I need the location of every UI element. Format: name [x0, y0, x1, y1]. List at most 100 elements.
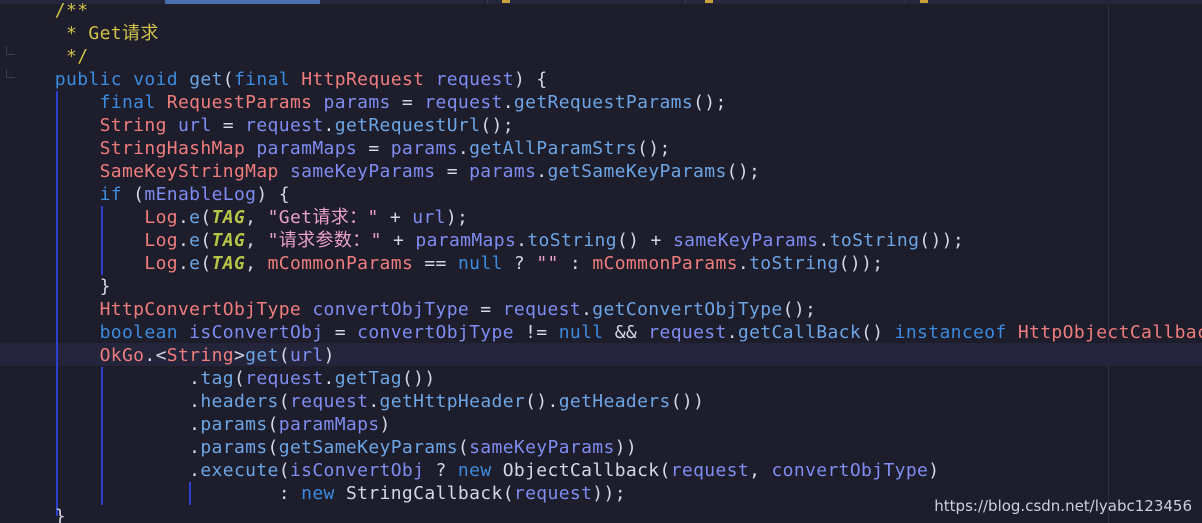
punctuation: .	[516, 230, 528, 251]
operator: ==	[413, 253, 458, 274]
method-name: getAllParamStrs	[469, 138, 638, 159]
punctuation: ));	[592, 483, 626, 504]
operator: :	[558, 253, 593, 274]
code-line-13[interactable]: }	[10, 275, 111, 298]
punctuation: .	[189, 368, 201, 389]
punctuation: .	[536, 161, 548, 182]
code-line-4[interactable]: public void get(final HttpRequest reques…	[10, 68, 548, 91]
operator: +	[378, 207, 413, 228]
field-name: mCommonParams	[267, 253, 414, 274]
punctuation: .	[323, 115, 335, 136]
method-name: getRequestParams	[513, 92, 694, 113]
code-line-21[interactable]: .execute(isConvertObj ? new ObjectCallba…	[10, 459, 939, 482]
punctuation: .	[502, 92, 514, 113]
code-line-14[interactable]: HttpConvertObjType convertObjType = requ…	[10, 298, 816, 321]
keyword: final	[99, 92, 156, 113]
comment-text: /**	[54, 0, 89, 21]
code-line-6[interactable]: String url = request.getRequestUrl();	[10, 114, 514, 137]
punctuation: .	[177, 253, 190, 274]
punctuation: (	[659, 460, 671, 481]
operator: +	[381, 230, 416, 251]
punctuation: (	[200, 253, 212, 274]
punctuation: ,	[245, 253, 268, 274]
code-editor[interactable]: /** * Get请求 */ public void get(final Htt…	[0, 0, 1202, 523]
code-line-2[interactable]: * Get请求	[10, 22, 159, 45]
keyword: new	[301, 483, 335, 504]
code-line-7[interactable]: StringHashMap paramMaps = params.getAllP…	[10, 137, 671, 160]
code-line-9[interactable]: if (mEnableLog) {	[10, 183, 290, 206]
editor-tab-bar[interactable]	[0, 0, 1202, 4]
punctuation: (	[233, 368, 246, 389]
identifier: url	[289, 345, 324, 366]
code-line-10[interactable]: Log.e(TAG, "Get请求：" + url);	[10, 206, 468, 229]
keyword: if	[99, 184, 122, 205]
type-name: RequestParams	[166, 92, 313, 113]
punctuation: .	[189, 414, 201, 435]
code-line-16[interactable]: OkGo.<String>get(url)	[10, 344, 335, 367]
code-line-19[interactable]: .params(paramMaps)	[10, 413, 391, 436]
punctuation: );	[445, 207, 469, 228]
code-line-12[interactable]: Log.e(TAG, mCommonParams == null ? "" : …	[10, 252, 883, 275]
method-name: getHeaders	[558, 391, 671, 412]
method-name: getHttpHeader	[379, 391, 526, 412]
type-name: Log	[144, 230, 178, 251]
identifier: request	[435, 69, 514, 90]
punctuation: (	[121, 184, 145, 205]
punctuation: ();	[480, 115, 514, 136]
punctuation: >	[233, 345, 246, 366]
code-line-5[interactable]: final RequestParams params = request.get…	[10, 91, 727, 114]
punctuation: )	[323, 345, 335, 366]
punctuation: ();	[726, 161, 761, 182]
punctuation: .	[457, 138, 470, 159]
tab-separator	[487, 0, 488, 4]
type-name: Log	[144, 253, 178, 274]
punctuation: .	[818, 230, 830, 251]
operator: ?	[424, 460, 458, 481]
punctuation: )	[379, 414, 391, 435]
type-name: String	[99, 115, 167, 136]
identifier: request	[648, 322, 727, 343]
code-line-23[interactable]: }	[10, 505, 66, 523]
static-field: TAG	[211, 230, 246, 251]
operator: =	[357, 138, 391, 159]
punctuation: (	[278, 460, 290, 481]
tab-separator	[905, 0, 906, 4]
tab-file-icon	[920, 0, 928, 3]
code-line-15[interactable]: boolean isConvertObj = convertObjType !=…	[10, 321, 1202, 344]
code-line-8[interactable]: SameKeyStringMap sameKeyParams = params.…	[10, 160, 760, 183]
operator: !=	[513, 322, 559, 343]
code-line-22[interactable]: : new StringCallback(request));	[10, 482, 626, 505]
code-line-1[interactable]: /**	[10, 0, 88, 22]
identifier: params	[323, 92, 391, 113]
code-line-3[interactable]: */	[10, 45, 88, 68]
punctuation: ))	[614, 437, 638, 458]
code-line-18[interactable]: .headers(request.getHttpHeader().getHead…	[10, 390, 704, 413]
code-line-11[interactable]: Log.e(TAG, "请求参数：" + paramMaps.toString(…	[10, 229, 964, 252]
method-name: get	[189, 69, 223, 90]
method-name: e	[189, 207, 201, 228]
keyword: void	[133, 69, 178, 90]
operator: :	[278, 483, 302, 504]
type-name: StringHashMap	[99, 138, 246, 159]
operator: &&	[603, 322, 649, 343]
punctuation: (	[278, 391, 290, 412]
code-line-17[interactable]: .tag(request.getTag())	[10, 367, 436, 390]
operator: =	[469, 299, 503, 320]
method-name: e	[189, 230, 201, 251]
punctuation: ();	[782, 299, 817, 320]
code-line-20[interactable]: .params(getSameKeyParams(sameKeyParams))	[10, 436, 637, 459]
punctuation: ()	[861, 322, 895, 343]
punctuation: ())	[401, 368, 436, 389]
identifier: paramMaps	[256, 138, 358, 159]
type-name: HttpConvertObjType	[99, 299, 302, 320]
punctuation: .<	[144, 345, 167, 366]
method-name: getSameKeyParams	[547, 161, 727, 182]
active-tab-indicator[interactable]	[165, 0, 320, 4]
keyword: null	[558, 322, 604, 343]
identifier: sameKeyParams	[289, 161, 436, 182]
static-field: TAG	[211, 207, 246, 228]
punctuation: .	[177, 207, 190, 228]
identifier: request	[245, 115, 324, 136]
string-literal: "Get请求："	[267, 207, 379, 228]
operator: =	[390, 92, 425, 113]
